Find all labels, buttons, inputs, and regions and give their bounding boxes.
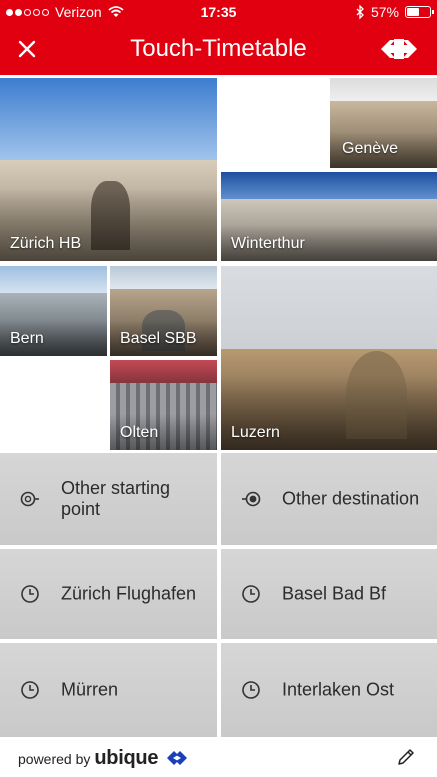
top-bar: Verizon 17:35 57% Touch-Timetable xyxy=(0,0,437,75)
station-tile-basel-sbb[interactable]: Basel SBB xyxy=(110,266,217,356)
shortcut-murren[interactable]: Mürren xyxy=(0,643,217,737)
page-title: Touch-Timetable xyxy=(130,35,307,62)
status-bar: Verizon 17:35 57% xyxy=(0,0,437,24)
station-tile-bern[interactable]: Bern xyxy=(0,266,107,356)
quick-selection-grid: Other starting point Other destination Z… xyxy=(0,453,437,737)
station-tile-winterthur[interactable]: Winterthur xyxy=(221,172,437,261)
station-label: Genève xyxy=(342,140,399,157)
pencil-icon[interactable] xyxy=(395,746,417,768)
sbb-logo-icon xyxy=(381,39,417,59)
status-right: 57% xyxy=(356,4,434,20)
other-destination-button[interactable]: Other destination xyxy=(221,453,437,545)
station-label: Bern xyxy=(10,330,44,347)
station-label: Olten xyxy=(120,424,159,441)
station-label: Luzern xyxy=(231,424,280,441)
shortcut-basel-bad-bf[interactable]: Basel Bad Bf xyxy=(221,549,437,639)
station-label: Basel SBB xyxy=(120,330,197,347)
battery-icon xyxy=(405,6,434,18)
ubique-logo-icon xyxy=(167,751,188,765)
bluetooth-icon xyxy=(356,5,364,19)
clock-icon xyxy=(21,585,39,603)
footer: powered by ubique xyxy=(0,737,437,777)
station-mosaic: Zürich HB Genève Winterthur Bern Basel S… xyxy=(0,75,437,453)
powered-by: powered by ubique xyxy=(18,746,188,770)
brand-label: ubique xyxy=(94,747,159,769)
shortcut-interlaken-ost[interactable]: Interlaken Ost xyxy=(221,643,437,737)
station-label: Winterthur xyxy=(231,235,305,252)
clock-icon xyxy=(21,681,39,699)
battery-level xyxy=(407,8,419,16)
button-label: Interlaken Ost xyxy=(282,679,395,700)
station-label: Zürich HB xyxy=(10,235,82,252)
button-label: Basel Bad Bf xyxy=(282,583,387,604)
shortcut-zurich-flughafen[interactable]: Zürich Flughafen xyxy=(0,549,217,639)
button-label: Zürich Flughafen xyxy=(61,583,197,604)
station-tile-luzern[interactable]: Luzern xyxy=(221,266,437,450)
button-label: Other starting point xyxy=(61,478,171,519)
station-tile-olten[interactable]: Olten xyxy=(110,360,217,450)
clock-icon xyxy=(242,681,260,699)
app-header: Touch-Timetable xyxy=(0,24,437,75)
destination-icon xyxy=(242,491,261,507)
origin-icon xyxy=(20,491,39,507)
button-label: Mürren xyxy=(61,679,119,700)
station-tile-zurich-hb[interactable]: Zürich HB xyxy=(0,78,217,261)
button-label: Other destination xyxy=(282,488,420,509)
battery-percent: 57% xyxy=(370,4,399,20)
clock-icon xyxy=(242,585,260,603)
other-starting-point-button[interactable]: Other starting point xyxy=(0,453,217,545)
powered-by-label: powered by xyxy=(18,751,91,767)
station-tile-geneve[interactable]: Genève xyxy=(330,78,437,168)
